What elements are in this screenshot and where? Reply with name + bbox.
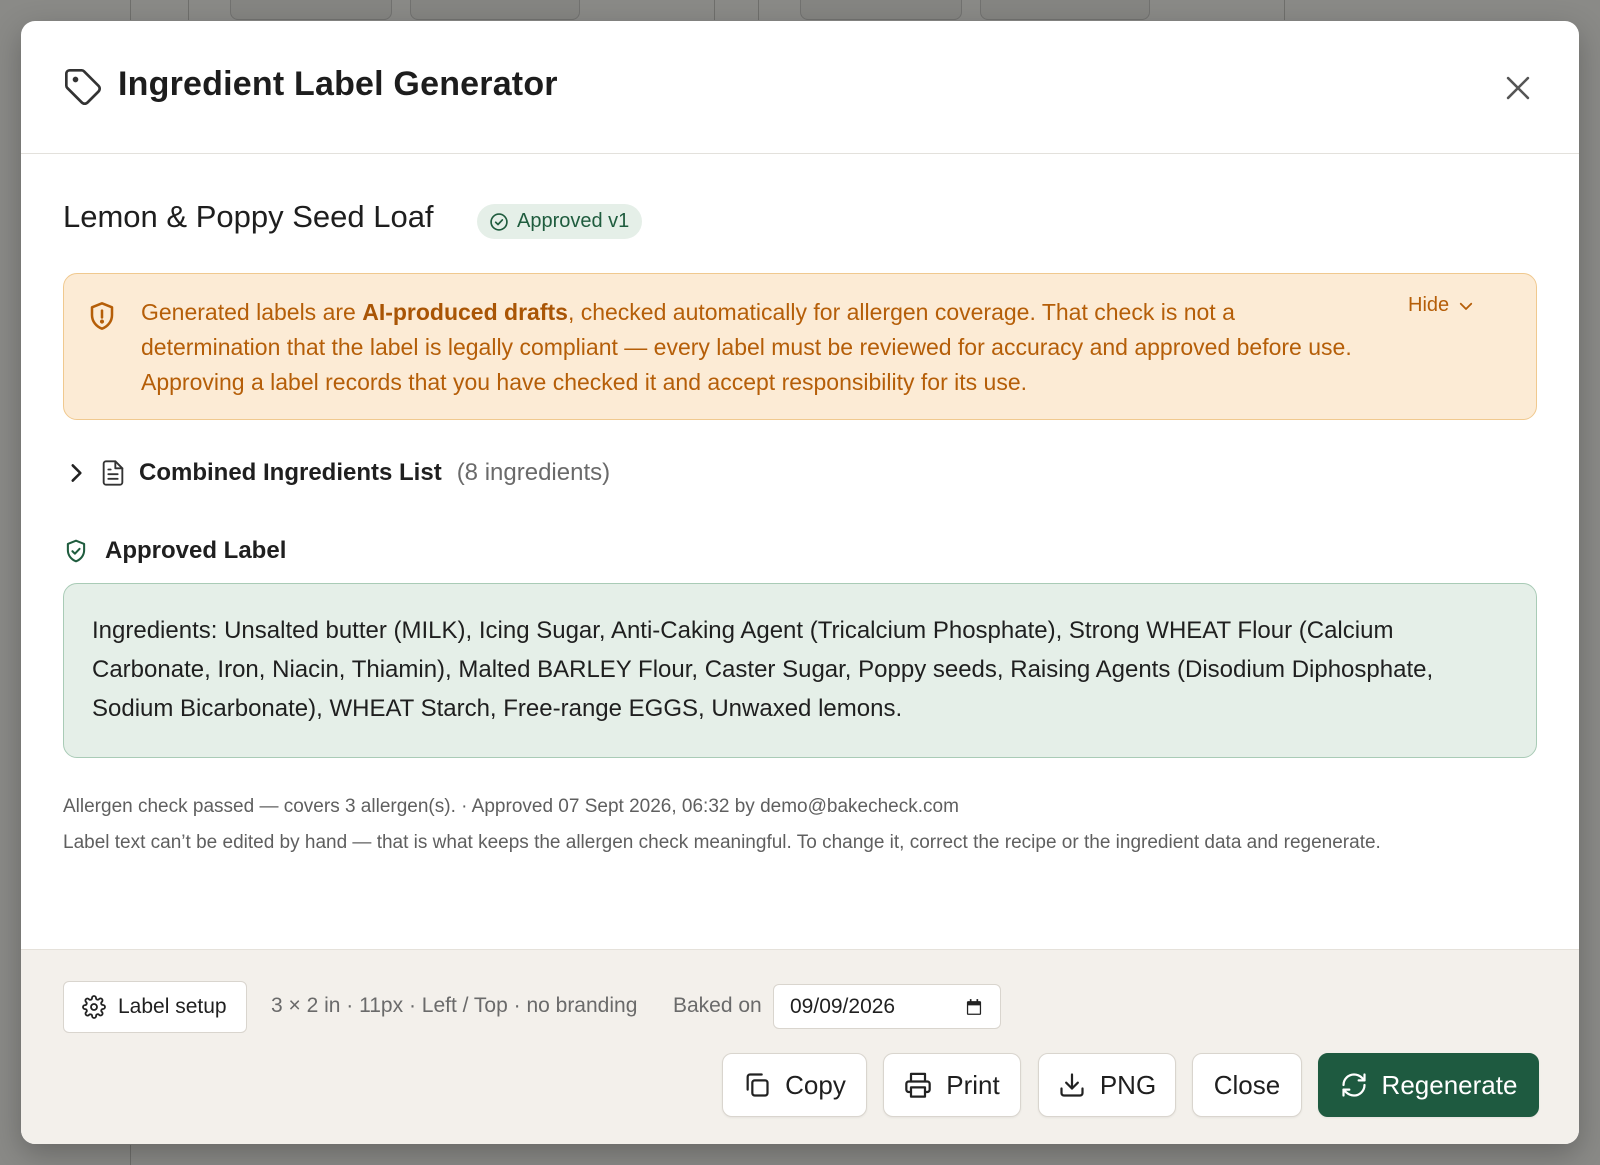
notice-text: Generated labels are AI-produced drafts,… xyxy=(141,295,1371,400)
combined-ingredients-title: Combined Ingredients List xyxy=(139,459,442,486)
refresh-icon xyxy=(1341,1073,1366,1097)
edit-restriction-note: Label text can’t be edited by hand — tha… xyxy=(63,832,1381,853)
baked-on-label: Baked on xyxy=(673,994,762,1017)
download-icon xyxy=(1060,1073,1084,1097)
label-text: Ingredients: Unsalted butter (MILK), Ici… xyxy=(92,617,1434,722)
dialog-title: Ingredient Label Generator xyxy=(118,65,558,103)
dialog-header: Ingredient Label Generator xyxy=(21,21,1579,154)
close-button-label: Close xyxy=(1213,1069,1281,1100)
print-button[interactable]: Print xyxy=(883,1053,1021,1117)
status-badge-label: Approved v1 xyxy=(517,210,630,232)
regenerate-button[interactable]: Regenerate xyxy=(1318,1053,1539,1117)
copy-button[interactable]: Copy xyxy=(722,1053,867,1117)
label-setup-label: Label setup xyxy=(118,995,227,1018)
approved-label-title: Approved Label xyxy=(105,537,287,564)
close-button[interactable]: Close xyxy=(1192,1053,1302,1117)
chevron-down-icon xyxy=(1459,302,1473,310)
status-badge: Approved v1 xyxy=(477,204,643,239)
background-app-footer xyxy=(0,1145,1600,1165)
document-icon xyxy=(102,460,124,486)
label-setup-summary: 3 × 2 in · 11px · Left / Top · no brandi… xyxy=(271,994,638,1017)
combined-ingredients-count: (8 ingredients) xyxy=(456,459,611,486)
chevron-right-icon xyxy=(71,464,82,482)
hide-notice-label: Hide xyxy=(1408,294,1450,316)
shield-alert-icon xyxy=(90,302,114,330)
copy-icon xyxy=(746,1073,769,1097)
approval-meta: Allergen check passed — covers 3 allerge… xyxy=(63,796,959,817)
close-icon[interactable] xyxy=(1501,71,1535,105)
background-app-toolbar xyxy=(0,0,1600,20)
download-png-label: PNG xyxy=(1099,1069,1157,1100)
copy-button-label: Copy xyxy=(785,1069,846,1100)
hide-notice-button[interactable]: Hide xyxy=(1408,294,1475,317)
download-png-button[interactable]: PNG xyxy=(1038,1053,1176,1117)
gear-icon xyxy=(82,995,106,1019)
notice-text-emphasis: AI-produced drafts xyxy=(362,299,568,325)
printer-icon xyxy=(905,1072,932,1098)
shield-check-icon xyxy=(66,539,86,563)
combined-ingredients-toggle[interactable]: Combined Ingredients List (8 ingredients… xyxy=(63,453,610,493)
baked-on-date-value: 09/09/2026 xyxy=(790,994,896,1018)
baked-on-date-input[interactable]: 09/09/2026 xyxy=(773,984,1001,1029)
label-generator-dialog: Ingredient Label Generator Lemon & Poppy… xyxy=(21,21,1579,1144)
regenerate-button-label: Regenerate xyxy=(1381,1069,1518,1100)
dialog-footer: Label setup 3 × 2 in · 11px · Left / Top… xyxy=(21,949,1579,1144)
calendar-icon[interactable] xyxy=(964,996,984,1018)
notice-text-lead: Generated labels are xyxy=(141,299,363,325)
label-setup-button[interactable]: Label setup xyxy=(63,981,247,1033)
print-button-label: Print xyxy=(946,1069,1000,1100)
approved-label-box: Ingredients: Unsalted butter (MILK), Ici… xyxy=(63,583,1537,758)
tag-icon xyxy=(65,69,101,105)
ai-draft-notice: Generated labels are AI-produced drafts,… xyxy=(63,273,1537,420)
approved-label-heading: Approved Label xyxy=(63,531,286,571)
check-circle-icon xyxy=(490,212,508,231)
recipe-name: Lemon & Poppy Seed Loaf xyxy=(63,199,434,234)
